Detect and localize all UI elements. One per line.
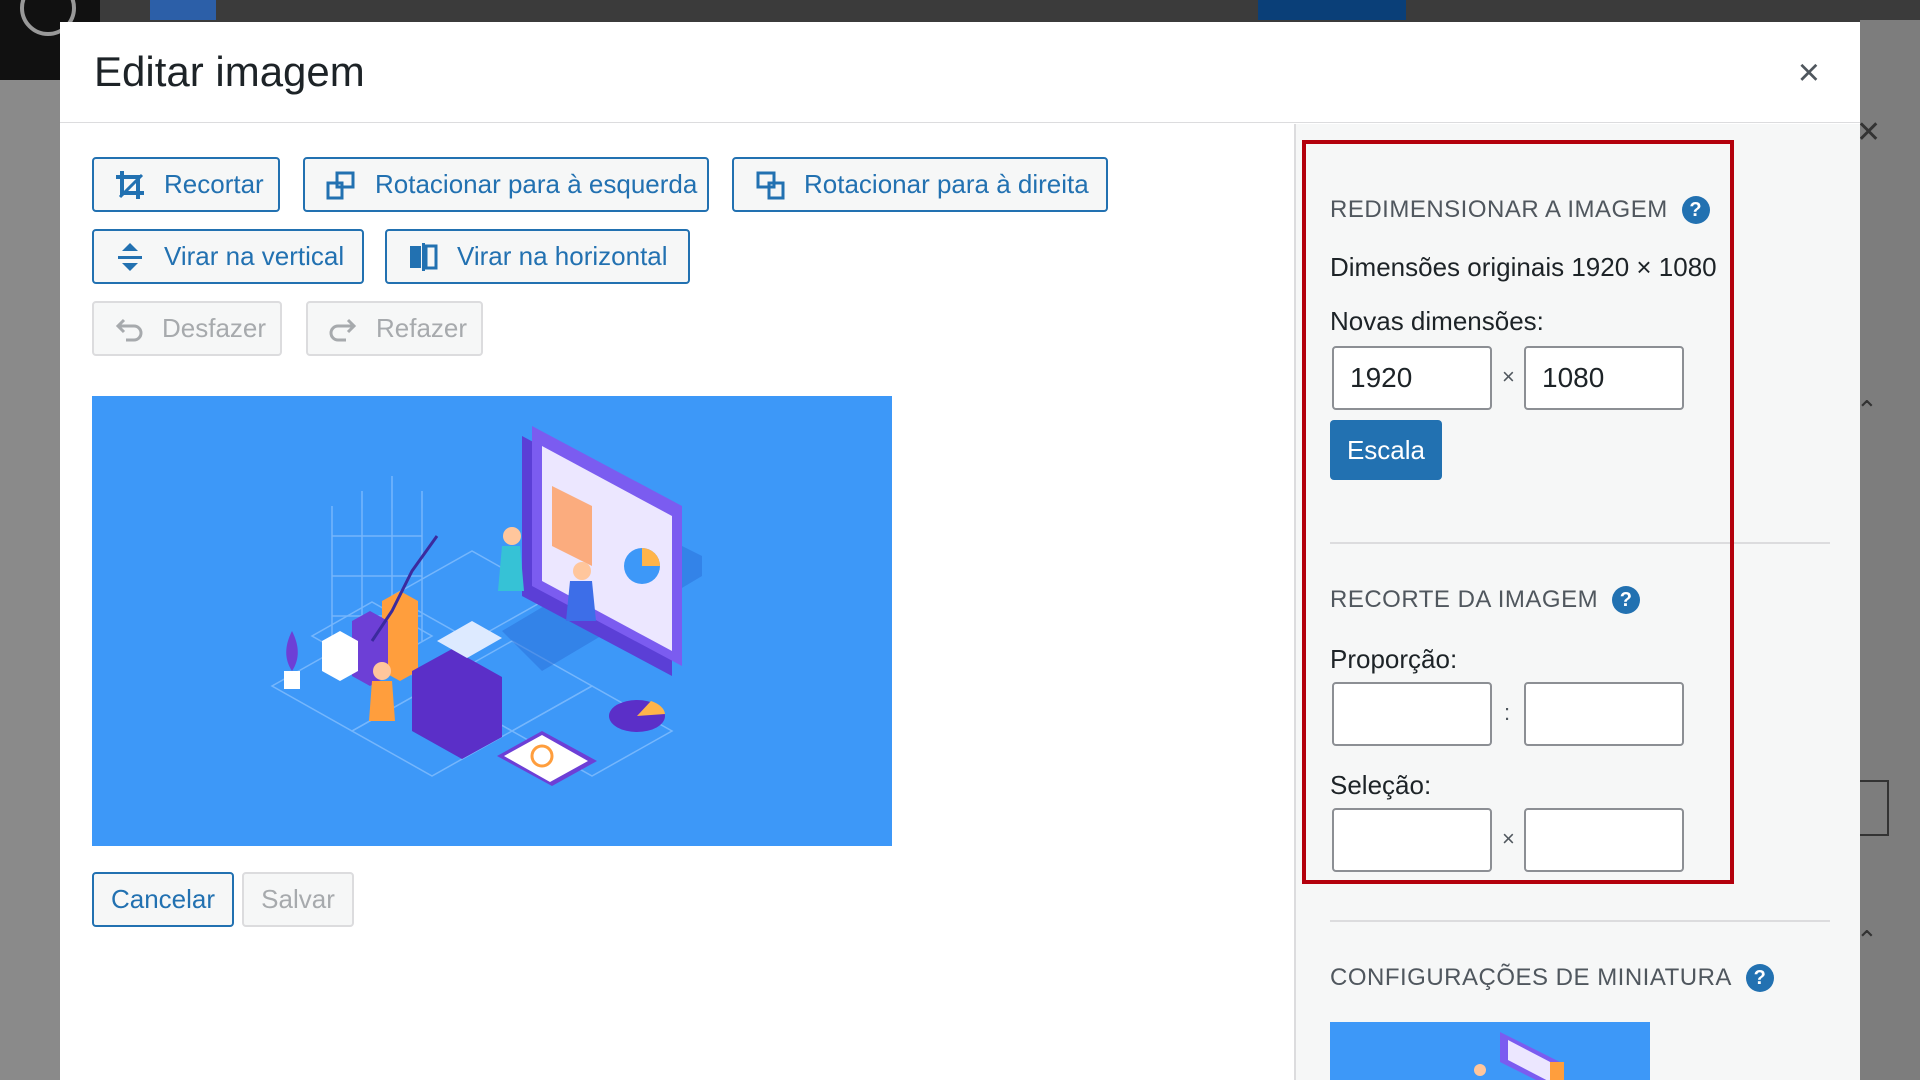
cancel-label: Cancelar <box>110 884 216 914</box>
resize-title-text: REDIMENSIONAR A IMAGEM <box>1330 196 1668 223</box>
image-preview[interactable] <box>92 396 892 846</box>
publish-button[interactable] <box>1258 0 1406 20</box>
editor-sidebar-background <box>1860 20 1920 1080</box>
modal-header: Editar imagem × <box>60 22 1860 123</box>
flip-vertical-button[interactable]: Virar na vertical <box>92 229 364 284</box>
rotate-right-icon <box>756 171 785 199</box>
flip-horizontal-label: Virar na horizontal <box>457 241 668 271</box>
redo-button[interactable]: Refazer <box>306 301 483 356</box>
rotate-left-label: Rotacionar para à esquerda <box>375 169 698 199</box>
crop-button[interactable]: Recortar <box>92 157 280 212</box>
image-settings-sidebar: REDIMENSIONAR A IMAGEM ? Dimensões origi… <box>1294 124 1860 1080</box>
background-select-box <box>1855 780 1889 836</box>
save-label: Salvar <box>261 884 335 914</box>
ratio-separator: : <box>1504 700 1511 725</box>
thumbnail-section-title: CONFIGURAÇÕES DE MINIATURA ? <box>1330 964 1774 992</box>
scale-button[interactable]: Escala <box>1330 420 1442 480</box>
ratio-label: Proporção: <box>1330 644 1458 674</box>
close-icon[interactable]: × <box>1798 52 1820 95</box>
edit-image-modal: Editar imagem × Recortar Rotacionar para… <box>60 22 1860 1080</box>
undo-button[interactable]: Desfazer <box>92 301 282 356</box>
save-button[interactable]: Salvar <box>242 872 354 927</box>
data-analytics-illustration <box>270 426 702 786</box>
resize-section-title: REDIMENSIONAR A IMAGEM ? <box>1330 196 1710 224</box>
selection-separator: × <box>1502 826 1515 851</box>
selection-height-input[interactable] <box>1524 808 1684 872</box>
cancel-button[interactable]: Cancelar <box>92 872 234 927</box>
redo-label: Refazer <box>376 313 468 343</box>
thumbnail-title-text: CONFIGURAÇÕES DE MINIATURA <box>1330 964 1732 991</box>
undo-icon <box>115 318 143 341</box>
new-dimensions-label: Novas dimensões: <box>1330 306 1544 336</box>
redo-icon <box>329 318 357 341</box>
section-divider <box>1330 542 1830 544</box>
ratio-height-input[interactable] <box>1524 682 1684 746</box>
rotate-right-label: Rotacionar para à direita <box>804 169 1089 199</box>
original-dimensions: Dimensões originais 1920 × 1080 <box>1330 252 1717 282</box>
crop-label: Recortar <box>164 169 264 199</box>
help-icon[interactable]: ? <box>1612 586 1641 614</box>
selection-label: Seleção: <box>1330 770 1432 800</box>
rotate-left-button[interactable]: Rotacionar para à esquerda <box>303 157 709 212</box>
rotate-right-button[interactable]: Rotacionar para à direita <box>732 157 1108 212</box>
section-divider <box>1330 920 1830 922</box>
flip-horizontal-icon <box>410 242 438 271</box>
ratio-width-input[interactable] <box>1332 682 1492 746</box>
flip-vertical-label: Virar na vertical <box>164 241 345 271</box>
crop-icon <box>116 170 144 199</box>
modal-title: Editar imagem <box>94 48 365 95</box>
add-block-button[interactable] <box>150 0 216 20</box>
crop-title-text: RECORTE DA IMAGEM <box>1330 586 1599 613</box>
flip-vertical-icon <box>118 242 142 271</box>
resize-width-input[interactable] <box>1332 346 1492 410</box>
crop-section-title: RECORTE DA IMAGEM ? <box>1330 586 1641 614</box>
selection-width-input[interactable] <box>1332 808 1492 872</box>
help-icon[interactable]: ? <box>1745 964 1774 992</box>
thumbnail-preview <box>1330 1022 1650 1080</box>
undo-label: Desfazer <box>162 313 267 343</box>
flip-horizontal-button[interactable]: Virar na horizontal <box>385 229 690 284</box>
resize-separator: × <box>1502 364 1515 389</box>
resize-height-input[interactable] <box>1524 346 1684 410</box>
rotate-left-icon <box>326 171 355 199</box>
help-icon[interactable]: ? <box>1681 196 1710 224</box>
thumbnail-illustration <box>1474 1032 1564 1080</box>
